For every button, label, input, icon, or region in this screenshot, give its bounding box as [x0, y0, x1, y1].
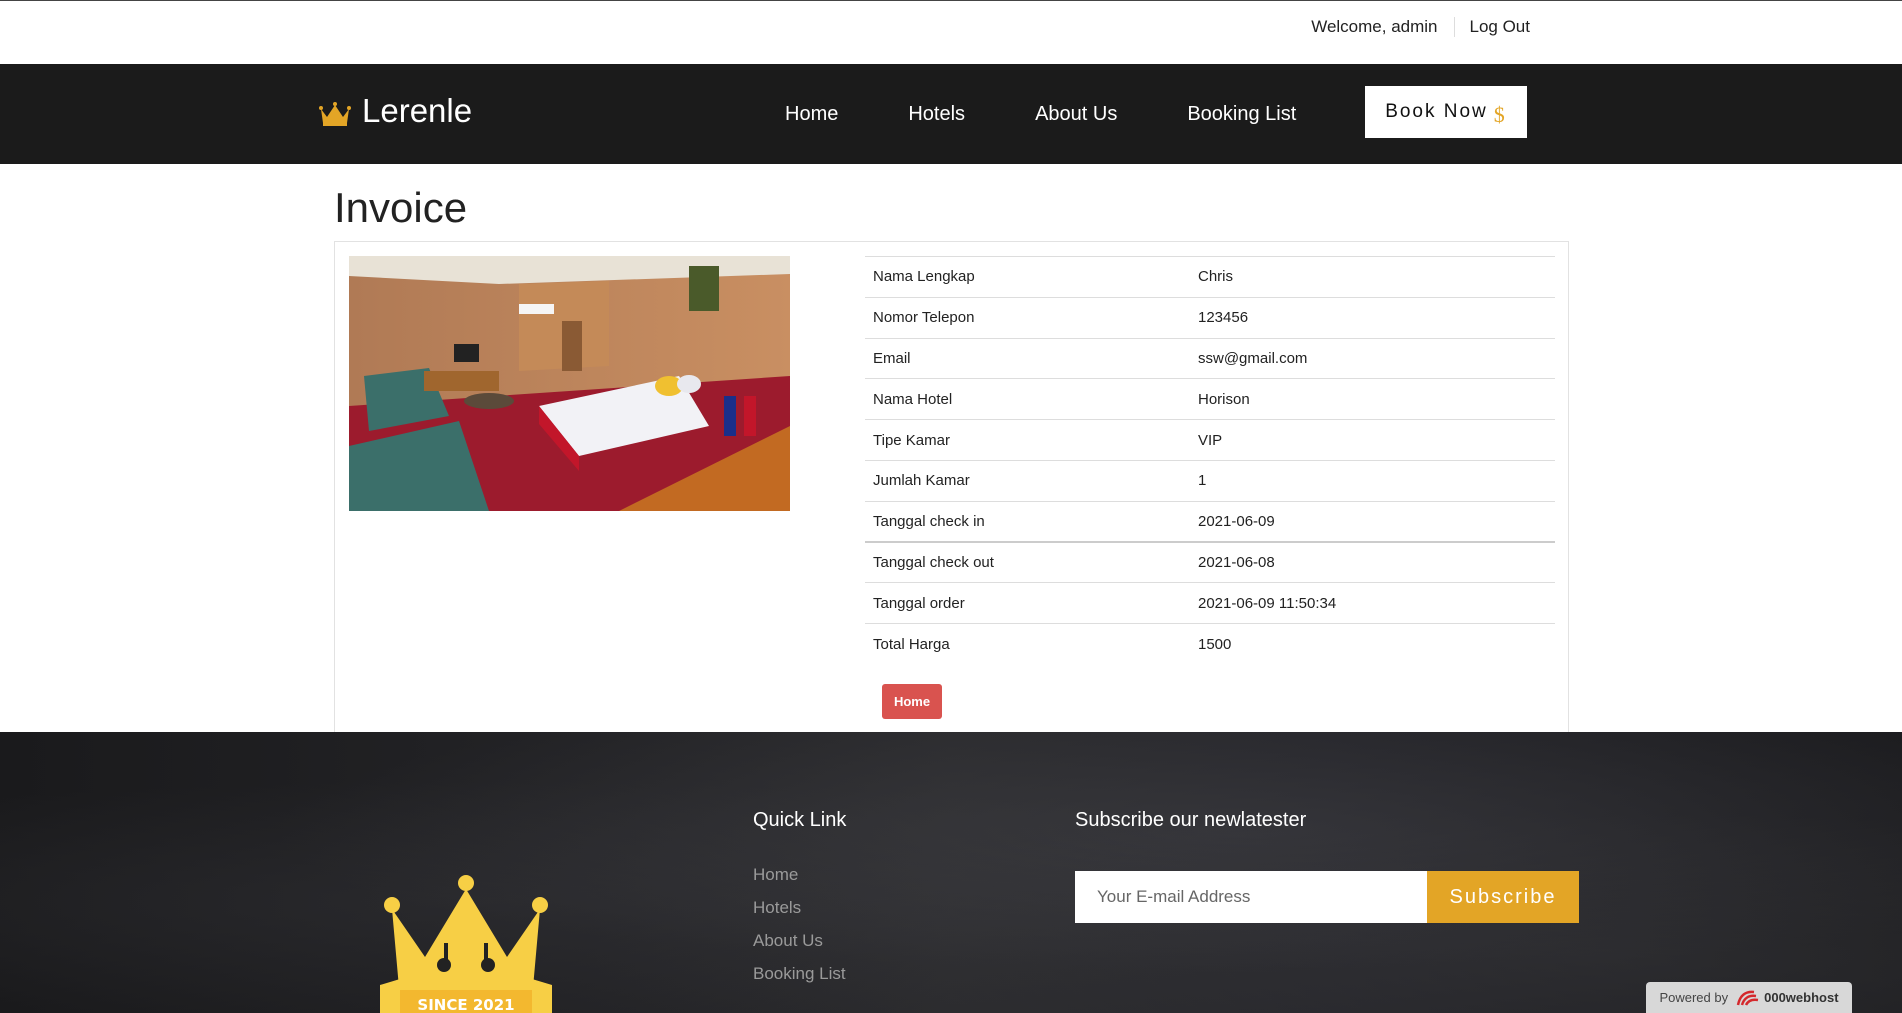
- host-name: 000webhost: [1764, 990, 1839, 1005]
- row-label: Tanggal check out: [873, 554, 994, 572]
- footer: SINCE 2021 Quick Link Home Hotels About …: [0, 732, 1902, 1013]
- logo-text: SINCE 2021: [417, 996, 514, 1013]
- crown-icon: [318, 97, 352, 126]
- book-now-label: Book Now: [1385, 101, 1488, 122]
- table-row: Tipe Kamar VIP: [865, 419, 1555, 461]
- book-now-button[interactable]: Book Now $: [1365, 86, 1527, 138]
- row-value: Chris: [1198, 268, 1234, 286]
- page-title: Invoice: [334, 184, 468, 231]
- nav-booking-list[interactable]: Booking List: [1187, 103, 1296, 126]
- table-row: Tanggal order 2021-06-09 11:50:34: [865, 582, 1555, 624]
- nav-about-us[interactable]: About Us: [1035, 103, 1117, 126]
- webhost-icon: [1736, 989, 1760, 1007]
- row-value: 2021-06-08: [1198, 554, 1275, 572]
- main-navbar: Lerenle Home Hotels About Us Booking Lis…: [0, 64, 1902, 164]
- powered-by-text: Powered by: [1659, 990, 1729, 1005]
- row-value: Horison: [1198, 390, 1250, 408]
- powered-by-badge[interactable]: Powered by 000webhost: [1646, 982, 1852, 1013]
- invoice-details-table: Nama Lengkap Chris Nomor Telepon 123456 …: [865, 256, 1555, 664]
- invoice-panel: Nama Lengkap Chris Nomor Telepon 123456 …: [334, 241, 1569, 732]
- row-value: 1500: [1198, 635, 1232, 653]
- subscribe-title: Subscribe our newlatester: [1075, 809, 1307, 831]
- row-value: 1: [1198, 472, 1207, 490]
- table-row: Nama Hotel Horison: [865, 378, 1555, 420]
- row-value: ssw@gmail.com: [1198, 349, 1308, 367]
- row-value: VIP: [1198, 431, 1223, 449]
- quick-links-list: Home Hotels About Us Booking List: [753, 865, 846, 997]
- table-row: Tanggal check in 2021-06-09: [865, 501, 1555, 542]
- home-button[interactable]: Home: [882, 684, 942, 719]
- brand-name: Lerenle: [362, 92, 473, 129]
- hotel-room-image: [349, 256, 790, 511]
- top-bar: Welcome, admin Log Out: [0, 0, 1902, 64]
- footer-link-about-us[interactable]: About Us: [753, 931, 846, 964]
- row-label: Tanggal order: [873, 594, 965, 612]
- dollar-icon: $: [1493, 102, 1507, 127]
- table-row: Email ssw@gmail.com: [865, 338, 1555, 379]
- logout-link[interactable]: Log Out: [1455, 17, 1531, 37]
- row-value: 2021-06-09: [1198, 512, 1275, 530]
- table-row: Jumlah Kamar 1: [865, 460, 1555, 501]
- row-value: 2021-06-09 11:50:34: [1198, 594, 1337, 612]
- row-label: Tanggal check in: [873, 512, 985, 530]
- row-label: Email: [873, 349, 911, 367]
- brand-logo[interactable]: Lerenle: [318, 92, 472, 130]
- row-label: Tipe Kamar: [873, 431, 950, 449]
- row-label: Jumlah Kamar: [873, 472, 970, 490]
- nav-home[interactable]: Home: [785, 103, 838, 126]
- table-row: Nama Lengkap Chris: [865, 256, 1555, 298]
- footer-link-home[interactable]: Home: [753, 865, 846, 898]
- main-nav: Home Hotels About Us Booking List: [785, 64, 1296, 164]
- footer-link-hotels[interactable]: Hotels: [753, 898, 846, 931]
- table-row: Tanggal check out 2021-06-08: [865, 542, 1555, 583]
- row-label: Nama Hotel: [873, 390, 953, 408]
- footer-link-booking-list[interactable]: Booking List: [753, 964, 846, 997]
- quick-link-title: Quick Link: [753, 809, 847, 831]
- nav-hotels[interactable]: Hotels: [908, 103, 965, 126]
- row-label: Nomor Telepon: [873, 309, 975, 327]
- table-row: Total Harga 1500: [865, 623, 1555, 665]
- table-row: Nomor Telepon 123456: [865, 297, 1555, 338]
- subscribe-button[interactable]: Subscribe: [1427, 871, 1579, 923]
- row-label: Total Harga: [873, 635, 950, 653]
- welcome-text: Welcome, admin: [1311, 17, 1455, 37]
- row-value: 123456: [1198, 309, 1249, 327]
- row-label: Nama Lengkap: [873, 268, 975, 286]
- crown-logo: SINCE 2021: [380, 867, 560, 1013]
- email-input[interactable]: [1075, 871, 1427, 923]
